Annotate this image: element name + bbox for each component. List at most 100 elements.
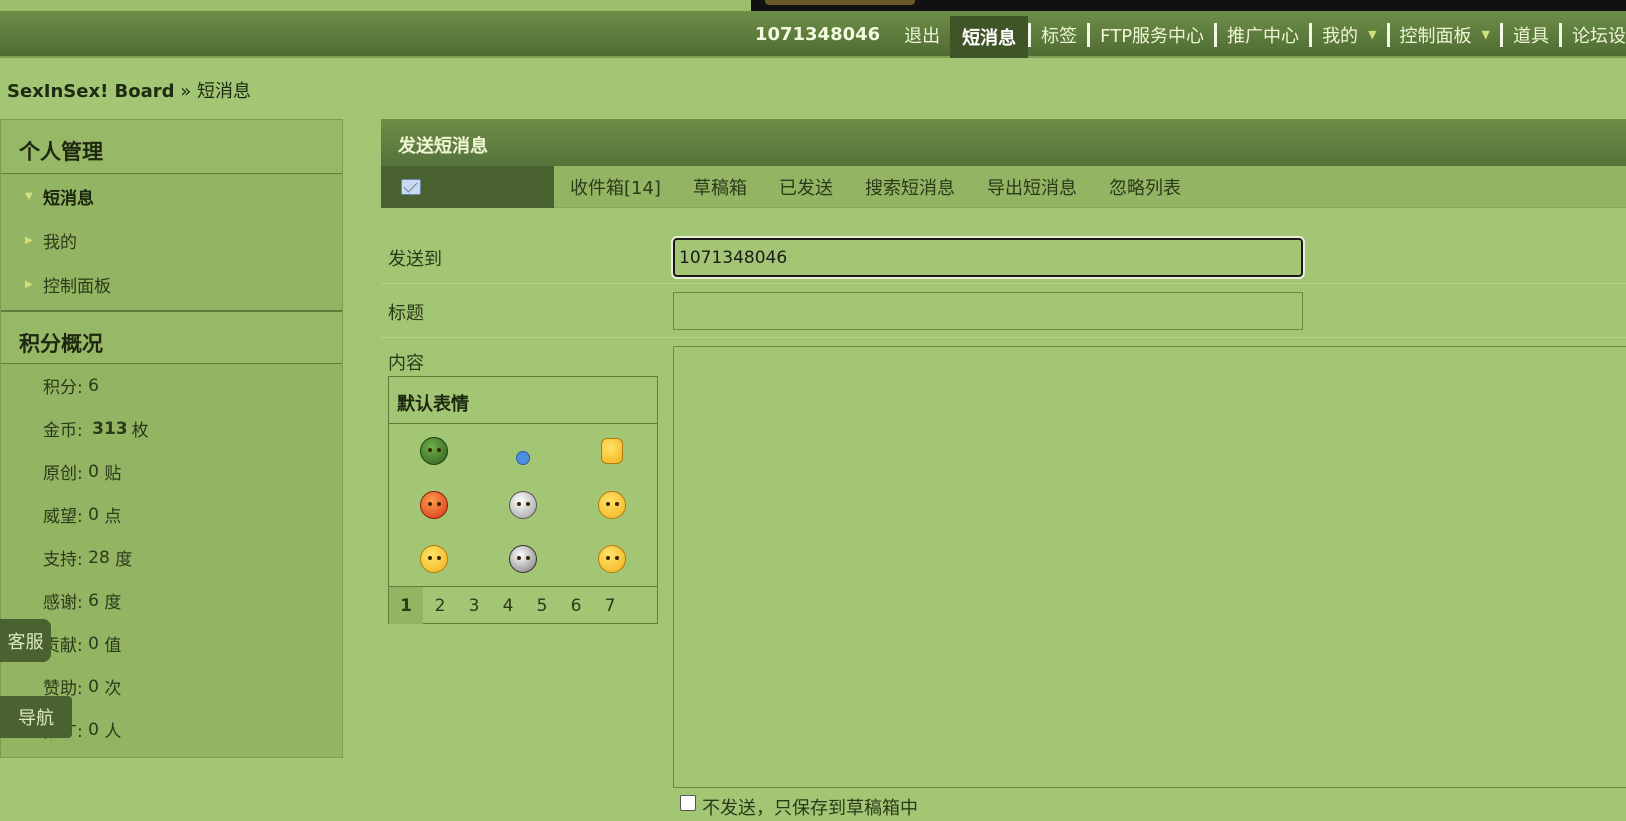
stat-unit: 贴: [104, 464, 122, 484]
angry-smiley-icon: [419, 491, 448, 519]
triangle-right-icon: ▶: [25, 278, 33, 290]
sidebar-item-mine[interactable]: ▶ 我的: [1, 218, 342, 262]
stat-label: 原创:: [43, 464, 83, 484]
navigation-button[interactable]: 导航: [0, 696, 72, 738]
stat-support: 支持: 28 度: [1, 536, 342, 579]
stat-contribution: 贡献: 0 值: [1, 622, 342, 665]
sidebar-personal-title: 个人管理: [1, 120, 342, 174]
logout-link[interactable]: 退出: [894, 11, 950, 58]
username-link[interactable]: 1071348046: [745, 11, 894, 58]
tab-export[interactable]: 导出短消息: [971, 174, 1093, 200]
nav-control-label: 控制面板: [1399, 25, 1472, 47]
tab-inbox[interactable]: 收件箱[14]: [554, 174, 677, 200]
nav-promotion[interactable]: 推广中心: [1217, 11, 1309, 58]
tab-compose[interactable]: [381, 165, 554, 208]
stat-value: 0: [88, 676, 99, 697]
smiley-thumb[interactable]: [568, 424, 657, 478]
stat-thanks: 感谢: 6 度: [1, 579, 342, 622]
top-nav: 1071348046 退出 短消息 标签 FTP服务中心 推广中心 我的 ▼ 控制…: [745, 11, 1626, 58]
stat-gold: 金币: 313 枚: [1, 407, 342, 450]
smiley-page-7[interactable]: 7: [593, 587, 627, 624]
stat-unit: 值: [104, 636, 122, 656]
tab-drafts[interactable]: 草稿箱: [677, 174, 763, 200]
envelope-icon: [401, 178, 421, 195]
smiley-frown[interactable]: [389, 532, 478, 586]
nav-control-panel[interactable]: 控制面板 ▼: [1390, 11, 1500, 58]
smiley-music[interactable]: [478, 424, 567, 478]
stat-unit: 枚: [131, 421, 149, 441]
music-note-icon: [515, 451, 530, 465]
stat-value: 6: [88, 590, 99, 611]
content-label: 内容: [388, 353, 424, 374]
content-textarea[interactable]: [673, 346, 1626, 788]
smiley-soldier[interactable]: [389, 424, 478, 478]
tab-search[interactable]: 搜索短消息: [849, 174, 971, 200]
nav-props[interactable]: 道具: [1503, 11, 1559, 58]
stat-points: 积分: 6: [1, 364, 342, 407]
nav-tags[interactable]: 标签: [1031, 11, 1087, 58]
sidebar-item-label: 我的: [43, 232, 77, 253]
tab-sent[interactable]: 已发送: [763, 174, 849, 200]
frown-smiley-icon: [419, 545, 448, 573]
smiley-page-1[interactable]: 1: [389, 587, 423, 624]
smiley-page-2[interactable]: 2: [423, 587, 457, 624]
banner-logo: [765, 0, 915, 5]
stat-prestige: 威望: 0 点: [1, 493, 342, 536]
smiley-cool[interactable]: [568, 478, 657, 532]
breadcrumb-board-link[interactable]: SexInSex! Board: [7, 81, 175, 102]
stat-label: 感谢:: [43, 593, 83, 613]
nav-mine[interactable]: 我的 ▼: [1312, 11, 1386, 58]
stat-unit: 度: [115, 550, 133, 570]
subject-input[interactable]: [673, 292, 1303, 330]
smiley-page-6[interactable]: 6: [559, 587, 593, 624]
to-input[interactable]: [673, 238, 1303, 277]
to-label: 发送到: [388, 249, 442, 270]
smiley-panel-title: 默认表情: [389, 377, 657, 424]
subject-label: 标题: [388, 303, 424, 324]
save-draft-checkbox[interactable]: [680, 795, 696, 811]
row-divider: [381, 283, 1626, 284]
smiley-sleepy[interactable]: [568, 532, 657, 586]
stat-unit: 度: [104, 593, 122, 613]
triangle-down-icon: ▼: [25, 190, 33, 202]
chevron-down-icon: ▼: [1481, 28, 1490, 41]
smiley-skull[interactable]: [478, 478, 567, 532]
sidebar-item-label: 短消息: [43, 188, 94, 209]
nav-mine-label: 我的: [1322, 25, 1359, 47]
nav-messages[interactable]: 短消息: [950, 16, 1029, 58]
stat-value: 0: [88, 633, 99, 654]
stat-value: 0: [88, 719, 99, 740]
breadcrumb-current: 短消息: [197, 81, 252, 102]
stat-original: 原创: 0 贴: [1, 450, 342, 493]
smiley-grid: [389, 424, 657, 586]
smiley-page-3[interactable]: 3: [457, 587, 491, 624]
smiley-angry[interactable]: [389, 478, 478, 532]
customer-service-button[interactable]: 客服: [0, 619, 51, 662]
stat-label: 支持:: [43, 550, 83, 570]
nav-ftp[interactable]: FTP服务中心: [1090, 11, 1214, 58]
stat-unit: 次: [104, 679, 122, 699]
stat-unit: 点: [104, 507, 122, 527]
nav-forum-settings[interactable]: 论坛设: [1562, 11, 1626, 58]
stat-unit: 人: [104, 722, 122, 742]
tab-ignore-list[interactable]: 忽略列表: [1093, 174, 1197, 200]
triangle-right-icon: ▶: [25, 234, 33, 246]
smiley-page-5[interactable]: 5: [525, 587, 559, 624]
stat-value: 6: [88, 375, 99, 396]
sidebar-item-control-panel[interactable]: ▶ 控制面板: [1, 262, 342, 306]
smiley-page-4[interactable]: 4: [491, 587, 525, 624]
smiley-soccer[interactable]: [478, 532, 567, 586]
sidebar-item-label: 控制面板: [43, 276, 111, 297]
top-navigation-bar: 1071348046 退出 短消息 标签 FTP服务中心 推广中心 我的 ▼ 控制…: [0, 11, 1626, 58]
sidebar: 个人管理 ▼ 短消息 ▶ 我的 ▶ 控制面板 积分概况 积分: 6 金币: 313 枚 …: [0, 119, 343, 758]
stat-label: 威望:: [43, 507, 83, 527]
smiley-pagination: 1 2 3 4 5 6 7: [389, 586, 657, 624]
smiley-panel: 默认表情 1 2 3 4 5 6 7: [388, 376, 658, 624]
row-divider: [381, 337, 1626, 338]
stat-value: 0: [88, 461, 99, 482]
stat-value: 313: [92, 418, 128, 439]
sidebar-item-messages[interactable]: ▼ 短消息: [1, 174, 342, 218]
message-tabs: 收件箱[14] 草稿箱 已发送 搜索短消息 导出短消息 忽略列表: [381, 165, 1626, 208]
save-draft-option[interactable]: 不发送，只保存到草稿箱中: [680, 794, 918, 820]
stat-value: 28: [88, 547, 110, 568]
